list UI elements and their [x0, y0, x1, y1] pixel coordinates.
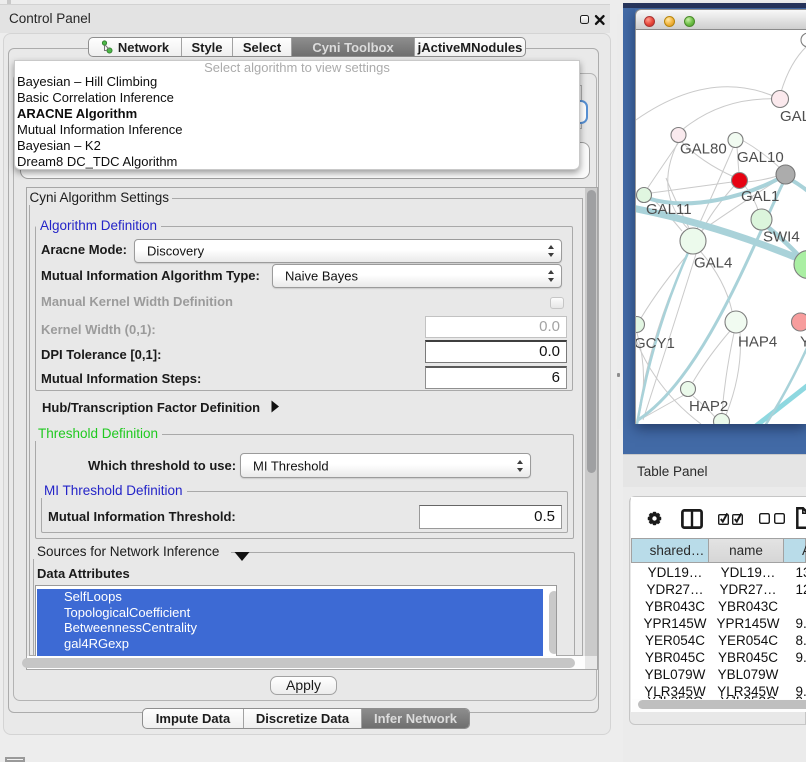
svg-text:GCY1: GCY1 — [636, 335, 675, 352]
svg-text:GAL11: GAL11 — [646, 201, 692, 218]
svg-text:Y: Y — [800, 334, 806, 351]
svg-text:GAL2: GAL2 — [780, 108, 806, 125]
svg-text:GAL10: GAL10 — [737, 149, 784, 166]
svg-text:GAL80: GAL80 — [680, 141, 727, 158]
svg-text:HAP4: HAP4 — [738, 334, 777, 351]
svg-text:HAP2: HAP2 — [689, 398, 728, 415]
svg-text:SWI4: SWI4 — [763, 229, 800, 246]
svg-text:GAL4: GAL4 — [694, 255, 732, 272]
svg-text:GAL1: GAL1 — [741, 188, 779, 205]
